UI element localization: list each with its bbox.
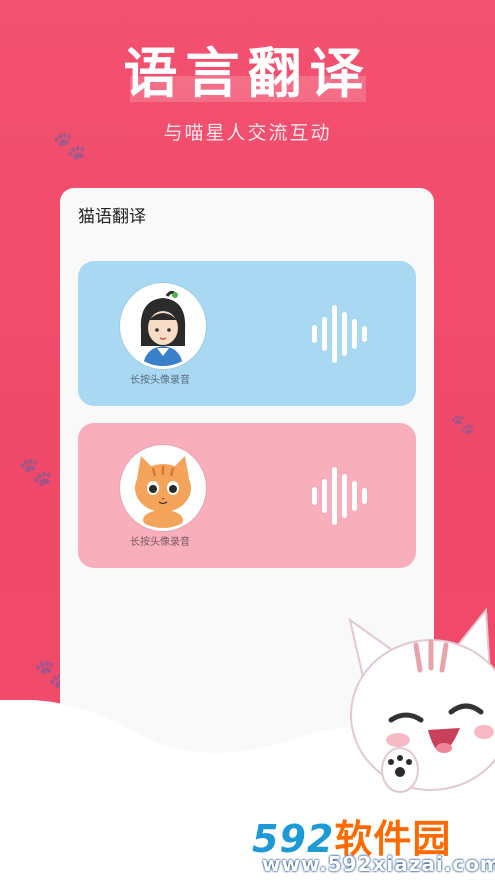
watermark-url: www.592xiazai.com: [262, 852, 495, 876]
sound-wave-icon: [312, 305, 376, 363]
paw-print-icon: 🐾: [18, 455, 53, 488]
cat-avatar-icon[interactable]: [120, 445, 206, 531]
paw-print-icon: 🐾: [52, 129, 87, 162]
card-title: 猫语翻译: [78, 207, 146, 227]
cartoon-cat-icon: [348, 607, 495, 793]
record-hint: 长按头像录音: [130, 537, 190, 548]
page-title: 语言翻译: [123, 42, 372, 105]
sound-wave-icon: [312, 467, 376, 525]
record-hint: 长按头像录音: [130, 375, 190, 386]
girl-avatar-icon[interactable]: [120, 283, 206, 369]
human-voice-panel: 长按头像录音: [78, 261, 416, 406]
cat-voice-panel: 长按头像录音: [78, 423, 416, 568]
paw-print-icon: 🐾: [450, 412, 475, 436]
